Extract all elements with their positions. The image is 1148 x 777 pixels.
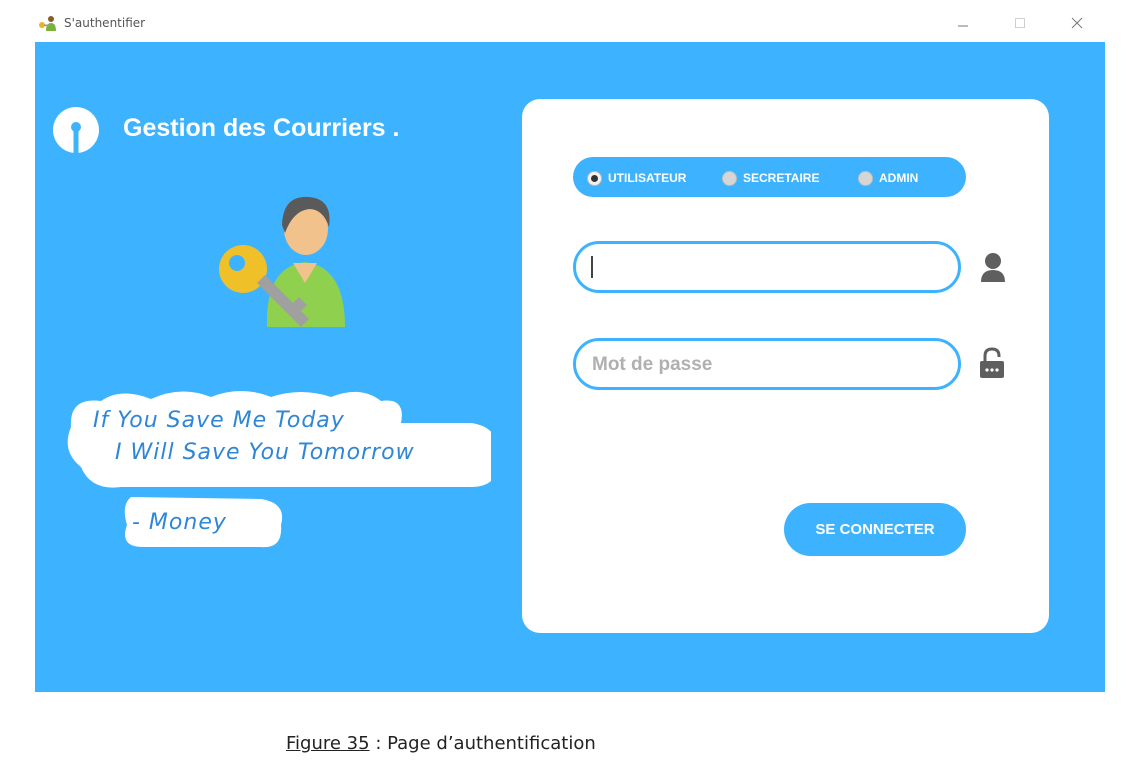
username-field[interactable] xyxy=(573,241,961,293)
connect-button[interactable]: SE CONNECTER xyxy=(784,503,966,556)
window-title: S'authentifier xyxy=(64,16,146,30)
login-window-content: Gestion des Courriers . If You Save Me T… xyxy=(35,42,1105,692)
role-selector: UTILISATEUR SECRETAIRE ADMIN xyxy=(573,157,966,197)
window-titlebar: S'authentifier xyxy=(35,0,1105,42)
lock-icon xyxy=(980,347,1004,378)
minimize-icon xyxy=(958,25,968,27)
username-input[interactable] xyxy=(590,244,934,292)
login-card: UTILISATEUR SECRETAIRE ADMIN SE CONNECTE… xyxy=(522,99,1049,633)
role-option-utilisateur[interactable]: UTILISATEUR xyxy=(587,169,686,187)
role-option-admin[interactable]: ADMIN xyxy=(858,169,918,187)
role-label: SECRETAIRE xyxy=(743,171,820,185)
role-label: ADMIN xyxy=(879,171,919,185)
role-label: UTILISATEUR xyxy=(608,171,687,185)
figure-caption-text: : Page d’authentification xyxy=(369,733,596,754)
radio-selected-icon[interactable] xyxy=(587,170,602,186)
figure-caption: Figure 35 : Page d’authentification xyxy=(286,733,596,754)
figure-label: Figure 35 xyxy=(286,733,370,754)
close-button[interactable] xyxy=(1062,10,1092,36)
keyhole-logo-icon xyxy=(53,107,99,153)
minimize-button[interactable] xyxy=(948,10,978,36)
quote-line-2: I Will Save You Tomorrow xyxy=(115,440,415,465)
radio-unselected-icon[interactable] xyxy=(722,170,737,186)
quote-line-1: If You Save Me Today xyxy=(93,408,345,433)
radio-unselected-icon[interactable] xyxy=(858,170,873,186)
maximize-icon xyxy=(1015,18,1025,28)
users-key-icon xyxy=(39,16,56,31)
user-key-icon xyxy=(219,196,345,327)
app-brand-title: Gestion des Courriers . xyxy=(123,114,400,142)
password-field[interactable] xyxy=(573,338,961,390)
close-icon xyxy=(1071,17,1083,29)
password-input[interactable] xyxy=(590,341,934,389)
maximize-button[interactable] xyxy=(1005,10,1035,36)
user-icon xyxy=(981,253,1005,282)
role-option-secretaire[interactable]: SECRETAIRE xyxy=(722,169,819,187)
quote-author: - Money xyxy=(132,510,227,535)
